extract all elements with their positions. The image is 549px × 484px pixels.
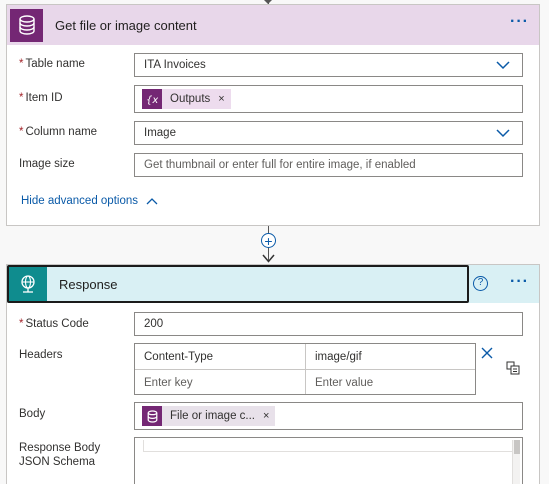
more-options-icon[interactable]: ···: [510, 274, 529, 290]
body-input[interactable]: File or image c... ×: [134, 402, 523, 430]
headers-label: Headers: [19, 349, 63, 361]
svg-text:{x}: {x}: [146, 95, 158, 105]
plus-icon: +: [264, 232, 273, 249]
token-remove-icon[interactable]: ×: [263, 410, 269, 422]
header-key-input[interactable]: Content-Type: [135, 344, 305, 369]
image-size-placeholder: Get thumbnail or enter full for entire i…: [144, 159, 416, 171]
chevron-up-icon: [146, 198, 158, 205]
image-size-input[interactable]: Get thumbnail or enter full for entire i…: [134, 153, 523, 177]
more-options-icon[interactable]: ···: [510, 14, 529, 30]
header-value-empty-input[interactable]: Enter value: [306, 370, 476, 395]
table-name-value: ITA Invoices: [144, 59, 206, 71]
action-header-selected: Response: [7, 265, 469, 303]
body-label: Body: [19, 408, 46, 420]
column-name-value: Image: [144, 127, 176, 139]
header-value-input[interactable]: image/gif: [306, 344, 476, 369]
action-title: Get file or image content: [55, 17, 197, 33]
hide-advanced-options-link[interactable]: Hide advanced options: [21, 195, 158, 207]
connector-arrow-icon: [262, 254, 275, 263]
database-icon: [10, 8, 43, 42]
response-schema-editor[interactable]: [134, 437, 523, 484]
globe-icon: [9, 267, 47, 301]
add-step-button[interactable]: +: [261, 233, 276, 248]
status-code-value: 200: [144, 318, 164, 330]
action-card-response: Response ? ··· * Status Code 200 Headers …: [6, 264, 540, 484]
action-card-get-file-content: Get file or image content ··· * Table nam…: [6, 4, 540, 226]
status-code-input[interactable]: 200: [134, 312, 523, 336]
headers-table: Content-Type image/gif Enter key Enter v…: [134, 343, 476, 395]
action-header[interactable]: Response ? ···: [7, 265, 539, 303]
response-schema-label: Response Body JSON Schema: [19, 442, 101, 468]
dynamic-content-token[interactable]: File or image c... ×: [142, 406, 276, 426]
action-header[interactable]: Get file or image content ···: [7, 5, 539, 45]
schema-editor-line: [143, 440, 513, 452]
scrollbar[interactable]: [512, 440, 520, 484]
close-icon[interactable]: [481, 347, 493, 359]
help-icon[interactable]: ?: [473, 276, 488, 291]
expression-icon: {x}: [142, 89, 162, 109]
column-name-dropdown[interactable]: Image: [134, 121, 523, 145]
dynamic-content-token[interactable]: {x} Outputs ×: [142, 89, 231, 109]
table-name-dropdown[interactable]: ITA Invoices: [134, 53, 523, 77]
scrollbar-thumb[interactable]: [514, 440, 520, 454]
switch-to-text-mode-icon[interactable]: [506, 361, 520, 375]
image-size-label: Image size: [19, 158, 75, 170]
header-key-empty-input[interactable]: Enter key: [135, 370, 305, 395]
table-name-label: * Table name: [19, 58, 85, 70]
item-id-label: * Item ID: [19, 92, 63, 104]
column-name-label: * Column name: [19, 126, 98, 138]
chevron-down-icon: [496, 129, 510, 138]
database-icon: [142, 406, 162, 426]
action-title: Response: [59, 276, 118, 292]
token-label: Outputs: [170, 93, 211, 105]
status-code-label: * Status Code: [19, 318, 89, 330]
token-remove-icon[interactable]: ×: [218, 93, 224, 105]
item-id-input[interactable]: {x} Outputs ×: [134, 85, 523, 113]
chevron-down-icon: [496, 61, 510, 70]
token-label: File or image c...: [170, 410, 255, 422]
